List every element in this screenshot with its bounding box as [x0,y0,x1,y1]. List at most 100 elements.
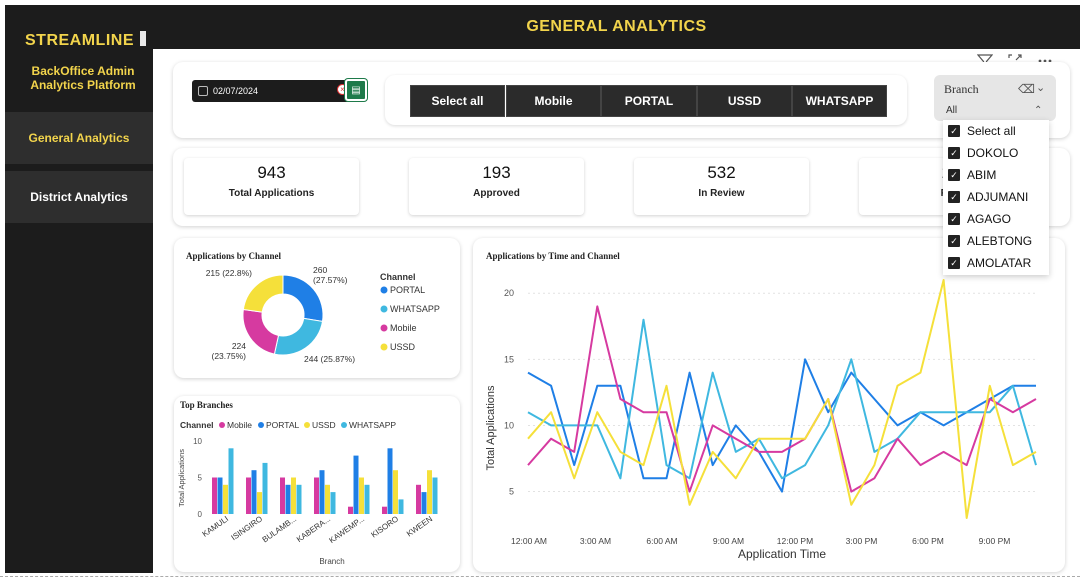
checkbox-checked-icon[interactable]: ✓ [948,257,960,269]
channel-portal-button[interactable]: PORTAL [601,85,697,117]
line-y-tick: 10 [504,420,514,430]
bar [291,477,296,514]
line-x-tick: 9:00 PM [979,536,1011,546]
kpi-value: 193 [482,163,511,182]
clear-selection-icon[interactable]: ⌫ [1018,82,1035,96]
donut-data-label: (27.57%) [313,275,348,285]
donut-legend-label: Mobile [390,323,417,333]
donut-slice [273,317,324,356]
date-picker[interactable]: 02/07/2024 [192,80,350,102]
bar [319,470,325,514]
line-x-tick: 12:00 AM [511,536,547,546]
donut-legend-title: Channel [380,272,416,282]
checkbox-checked-icon[interactable]: ✓ [948,125,960,137]
bar-x-tick: BULAMB... [261,514,299,544]
donut-legend-label: PORTAL [390,285,425,295]
chevron-down-icon[interactable]: ⌄ [1036,81,1045,94]
kpi-value: 943 [257,163,286,182]
bar [223,484,228,514]
kpi-label: In Review [698,188,745,199]
kpi-panel: 943 Total Applications 193 Approved 532 … [173,148,1070,226]
app-name: STREAMLINE [25,32,134,49]
channel-mobile-button[interactable]: Mobile [506,85,601,117]
bar-chart: Channel Mobile PORTAL USSD WHATSAPP 0 5 10 Total… [177,420,438,566]
bar [325,484,330,514]
chevron-up-icon[interactable]: ⌃ [1034,105,1042,116]
branch-option-label: AGAGO [967,212,1012,226]
channel-whatsapp-button[interactable]: WHATSAPP [792,85,887,117]
bar [280,477,285,514]
donut-legend-label: USSD [390,342,416,352]
line-chart: 5 10 15 20 12:00 AM 3:00 AM 6:00 AM 9:00 AM 12:0… [485,279,1037,561]
branch-option[interactable]: ✓ ABIM [948,168,996,182]
kpi-card: 532 In Review [634,158,809,215]
bar [398,499,404,514]
branch-option[interactable]: ✓ ALEBTONG [948,234,1032,248]
bar [296,484,302,514]
donut-data-label: (23.75%) [212,351,247,361]
app-logo: STREAMLINE [25,31,146,50]
branch-option-label: ABIM [967,168,997,182]
bar-y-tick: 0 [198,510,203,519]
branch-option[interactable]: ✓ AGAGO [948,212,1011,226]
bar-y-tick: 5 [198,474,203,483]
bar [364,484,370,514]
donut-data-label: 244 (25.87%) [304,354,355,364]
branch-dropdown-list: ✓ Select all ✓ DOKOLO ✓ ABIM ✓ ADJUMANI ✓ AGA… [943,120,1049,275]
bar [382,506,387,514]
legend-marker [380,286,388,294]
bar-legend-title: Channel [180,420,214,430]
branch-option-label: DOKOLO [967,146,1019,160]
kpi-value: 532 [707,163,736,182]
bar-x-tick: KWEEN [405,514,434,538]
donut-slice [242,274,284,313]
app-subtitle: BackOffice Admin Analytics Platform [30,64,136,92]
nav-district-analytics[interactable]: District Analytics [5,171,153,223]
bar [427,470,432,514]
bar [212,477,217,514]
top-branches-card: Top Branches Channel Mobile PORTAL USSD WHAT… [174,396,460,572]
branch-option-label: Select all [967,124,1016,138]
branch-option[interactable]: ✓ DOKOLO [948,146,1018,160]
bar [348,506,353,514]
nav-general-analytics[interactable]: General Analytics [5,112,153,164]
kpi-label: Approved [473,188,520,199]
bar-x-tick: ISINGIRO [229,514,264,542]
line-x-tick: 3:00 PM [846,536,878,546]
line-x-tick: 9:00 AM [713,536,744,546]
bar [416,484,421,514]
bar [262,462,268,514]
export-excel-icon[interactable]: ▤ [345,79,367,101]
line-x-tick: 6:00 PM [912,536,944,546]
page-divider [0,576,1080,577]
bar [421,492,427,514]
channel-ussd-button[interactable]: USSD [697,85,792,117]
bar [217,477,223,514]
branch-slicer[interactable]: Branch ⌫ ⌄ All ⌃ [934,75,1056,121]
checkbox-checked-icon[interactable]: ✓ [948,169,960,181]
bar [257,492,262,514]
legend-marker [341,422,347,428]
checkbox-checked-icon[interactable]: ✓ [948,235,960,247]
bar [251,470,257,514]
branch-slicer-value: All [946,105,958,116]
time-channel-card: Applications by Time and Channel 5 10 15 20… [473,238,1065,572]
branch-option[interactable]: ✓ ADJUMANI [948,190,1028,204]
channel-donut-card: Applications by Channel 260 (27.57%) 244 (… [174,238,460,378]
page-title: GENERAL ANALYTICS [153,5,1080,49]
channel-select-all-button[interactable]: Select all [410,85,505,117]
checkbox-checked-icon[interactable]: ✓ [948,213,960,225]
branch-option[interactable]: ✓ Select all [948,124,1016,138]
checkbox-checked-icon[interactable]: ✓ [948,147,960,159]
bar [432,477,438,514]
donut-chart: 260(27.57%) 244 (25.87%) 224(23.75%) 215 (2… [206,265,440,364]
kpi-card: 943 Total Applications [184,158,359,215]
branch-option[interactable]: ✓ AMOLATAR [948,256,1031,270]
bar-legend-label: USSD [312,420,336,430]
bar-legend-label: WHATSAPP [349,420,396,430]
line-x-tick: 3:00 AM [580,536,611,546]
branch-option-label: AMOLATAR [967,256,1032,270]
checkbox-checked-icon[interactable]: ✓ [948,191,960,203]
line-x-axis-label: Application Time [738,547,826,561]
bar [353,455,359,514]
